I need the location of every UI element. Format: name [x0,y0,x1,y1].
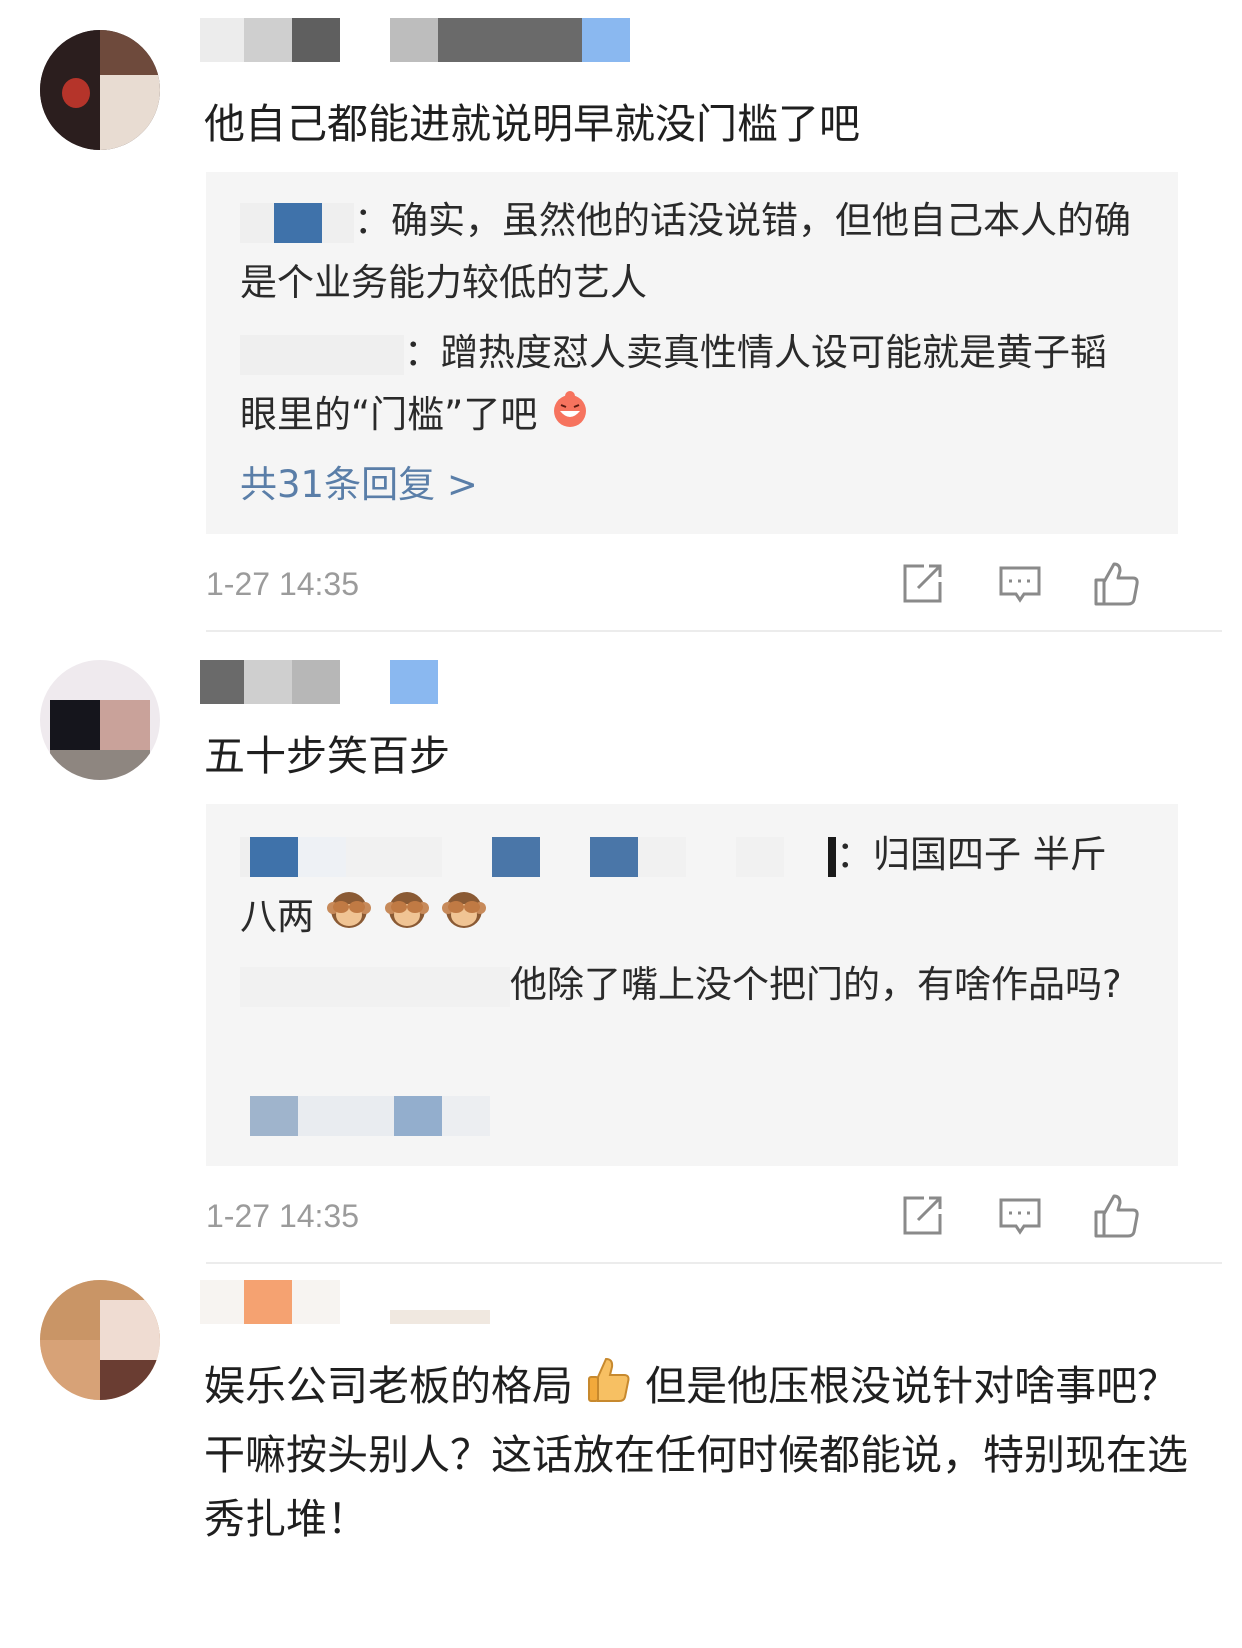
reply-text: 他除了嘴上没个把门的，有啥作品吗? [510,963,1122,1006]
see-no-evil-monkey-emoji-icon [441,886,487,951]
reply-username-masked[interactable] [240,966,510,1007]
more-replies-link[interactable]: 共31条回复 > [240,460,478,510]
more-replies-link-masked[interactable] [240,1096,540,1136]
thumbs-up-emoji-icon [586,1355,632,1423]
like-icon[interactable] [1090,558,1142,610]
avatar[interactable] [40,660,160,780]
comment-icon[interactable] [994,558,1046,610]
reply-username-masked[interactable] [240,836,836,877]
see-no-evil-monkey-emoji-icon [326,886,372,951]
repost-icon[interactable] [896,558,948,610]
username-masked[interactable] [200,660,450,704]
timestamp: 1-27 14:35 [206,1198,360,1234]
reply-separator: ： [354,199,391,242]
username-masked[interactable] [200,18,640,62]
comment-text: 他自己都能进就说明早就没门槛了吧 [204,100,860,148]
comment-meta: 1-27 14:35 [0,554,1242,614]
username-masked[interactable] [200,1280,520,1324]
reply-separator: ： [836,833,873,876]
comment-icon[interactable] [994,1190,1046,1242]
reply-item: ：确实，虽然他的话没说错，但他自己本人的确是个业务能力较低的艺人 [240,190,1140,314]
reply-item: ：蹭热度怼人卖真性情人设可能就是黄子韬眼里的“门槛”了吧 [240,322,1140,448]
comment-text: 娱乐公司老板的格局 但是他压根没说针对啥事吧？干嘛按头别人？这话放在任何时候都能… [204,1354,1194,1551]
reply-box[interactable]: ：确实，虽然他的话没说错，但他自己本人的确是个业务能力较低的艺人 ：蹭热度怼人卖… [206,172,1178,534]
comment-item: 五十步笑百步 ：归国四子 半斤八两 他除了嘴上没个把门的，有啥作品吗? 1-27… [0,640,1242,1264]
comment-text: 五十步笑百步 [204,732,450,780]
reply-username-masked[interactable] [240,334,404,375]
reply-item: 他除了嘴上没个把门的，有啥作品吗? [240,954,1140,1016]
like-icon[interactable] [1090,1190,1142,1242]
timestamp: 1-27 14:35 [206,566,360,602]
comment-item: 他自己都能进就说明早就没门槛了吧 ：确实，虽然他的话没说错，但他自己本人的确是个… [0,0,1242,640]
avatar[interactable] [40,1280,160,1400]
reply-username-masked[interactable] [240,202,354,243]
reply-separator: ： [404,331,441,374]
see-no-evil-monkey-emoji-icon [384,886,430,951]
avatar[interactable] [40,30,160,150]
divider [206,630,1222,632]
reply-item: ：归国四子 半斤八两 [240,824,1140,951]
comment-meta: 1-27 14:35 [0,1186,1242,1246]
repost-icon[interactable] [896,1190,948,1242]
comment-item: 娱乐公司老板的格局 但是他压根没说针对啥事吧？干嘛按头别人？这话放在任何时候都能… [0,1262,1242,1648]
reply-box[interactable]: ：归国四子 半斤八两 他除了嘴上没个把门的，有啥作品吗? [206,804,1178,1166]
comment-text-part-1: 娱乐公司老板的格局 [204,1362,573,1410]
laugh-emoji-icon [549,386,591,448]
